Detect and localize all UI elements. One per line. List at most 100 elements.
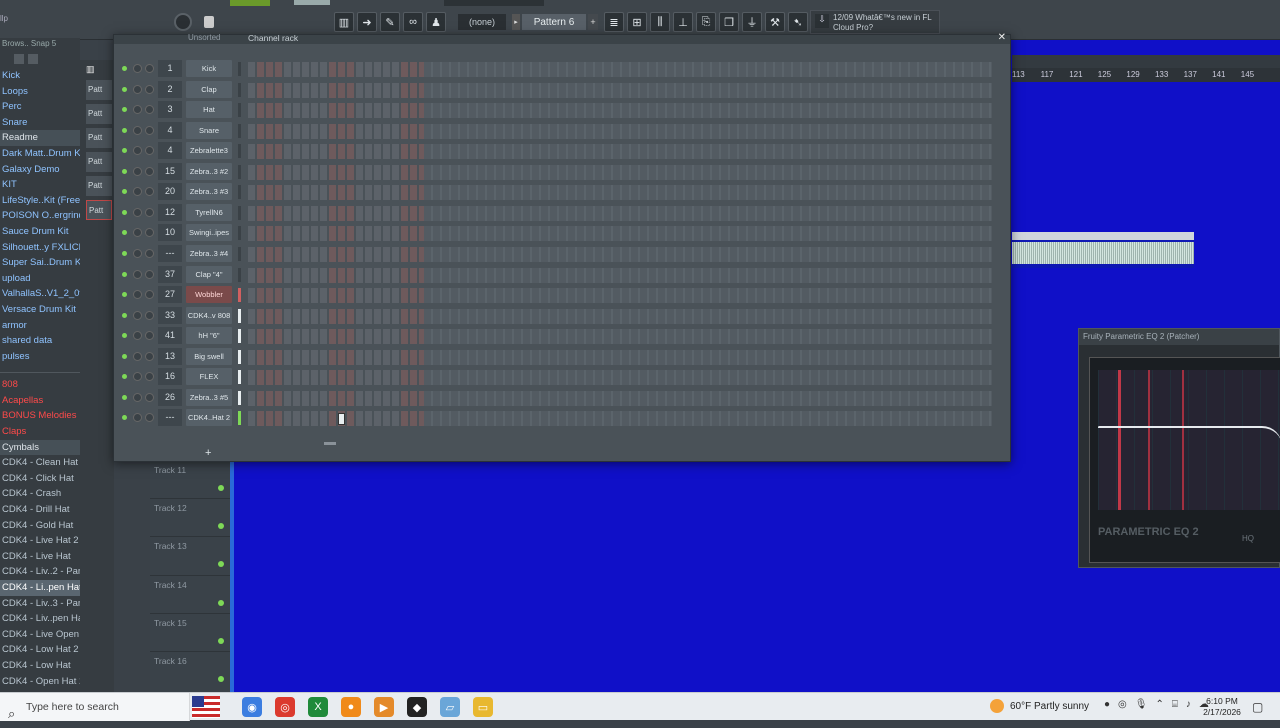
browser-item[interactable]: Galaxy Demo xyxy=(0,162,80,178)
browser-item[interactable]: shared data xyxy=(0,333,80,349)
news-panel[interactable]: ⇩ 12/09 Whatâ€™s new in FL Cloud Pro? xyxy=(810,10,940,34)
step-sequencer[interactable] xyxy=(248,349,992,365)
step-sequencer[interactable] xyxy=(248,226,992,242)
channel-select-meter[interactable] xyxy=(238,205,241,220)
browser-item[interactable]: Kick xyxy=(0,68,80,84)
channel-mute-led[interactable] xyxy=(122,353,127,359)
channel-pan-knob[interactable] xyxy=(133,331,142,341)
channel-mute-led[interactable] xyxy=(122,230,127,236)
channel-name-button[interactable]: Zebra..3 #4 xyxy=(186,244,232,262)
channel-volume-knob[interactable] xyxy=(145,331,154,341)
mixer-track-number[interactable]: 20 xyxy=(158,183,182,201)
channel-pan-knob[interactable] xyxy=(133,351,142,361)
browser-item[interactable]: Versace Drum Kit xyxy=(0,302,80,318)
browser-file-item[interactable]: Claps xyxy=(0,424,80,440)
channel-pan-knob[interactable] xyxy=(133,187,142,197)
channel-pan-knob[interactable] xyxy=(133,392,142,402)
browser-file-item[interactable]: CDK4 - Click Hat xyxy=(0,471,80,487)
channel-mute-led[interactable] xyxy=(122,394,127,400)
channel-select-meter[interactable] xyxy=(238,123,241,138)
audio-clip[interactable] xyxy=(1012,232,1194,268)
browser-item[interactable]: pulses xyxy=(0,349,80,365)
mixer-track-number[interactable]: 3 xyxy=(158,101,182,119)
step-sequencer[interactable] xyxy=(248,103,992,119)
channel-select-meter[interactable] xyxy=(238,226,241,241)
step-sequencer[interactable] xyxy=(248,185,992,201)
channel-name-button[interactable]: Clap xyxy=(186,80,232,98)
channel-volume-knob[interactable] xyxy=(145,187,154,197)
channel-mute-led[interactable] xyxy=(122,168,127,174)
excel-icon[interactable]: X xyxy=(308,697,328,717)
channel-volume-knob[interactable] xyxy=(145,372,154,382)
taskbar-search[interactable]: ⌕ Type here to search xyxy=(0,693,190,721)
channel-select-meter[interactable] xyxy=(238,288,241,303)
step-sequencer[interactable] xyxy=(248,62,992,77)
browser-file-item[interactable]: CDK4 - Open Hat 2 xyxy=(0,674,80,690)
channel-volume-knob[interactable] xyxy=(145,125,154,135)
browser-file-item[interactable]: CDK4 - Low Hat 2 xyxy=(0,642,80,658)
tray-chrome-icon[interactable]: ◎ xyxy=(1118,699,1127,710)
app-icon[interactable]: ◆ xyxy=(407,697,427,717)
browser-item[interactable]: Silhouett..y FXLICIA xyxy=(0,240,80,256)
track-header[interactable]: Track 14 xyxy=(150,574,234,613)
browser-item[interactable]: LifeStyle..Kit (Free) xyxy=(0,193,80,209)
brush-icon[interactable]: ✎ xyxy=(380,12,400,32)
channel-name-button[interactable]: Hat xyxy=(186,101,232,119)
browser-item[interactable]: Snare xyxy=(0,115,80,131)
channel-mute-led[interactable] xyxy=(122,292,127,298)
mixer-track-number[interactable]: --- xyxy=(158,409,182,427)
browser-file-item[interactable]: CDK4 - Live Hat 2 xyxy=(0,533,80,549)
pattern-item[interactable]: Patt xyxy=(86,200,112,220)
browser-item[interactable]: POISON O..ergrind) xyxy=(0,208,80,224)
mixer-icon[interactable]: ⫼ xyxy=(650,12,670,32)
channel-mute-led[interactable] xyxy=(122,415,127,421)
channel-pan-knob[interactable] xyxy=(133,413,142,423)
mixer-track-number[interactable]: 41 xyxy=(158,327,182,345)
channel-select-meter[interactable] xyxy=(238,411,241,426)
channel-pan-knob[interactable] xyxy=(133,310,142,320)
channel-volume-knob[interactable] xyxy=(145,248,154,258)
channel-select-meter[interactable] xyxy=(238,62,241,76)
channel-pan-knob[interactable] xyxy=(133,166,142,176)
playlist-ruler[interactable]: 113 117 121 125 129 133 137 141 145 xyxy=(1012,68,1280,82)
step-sequencer[interactable] xyxy=(248,288,992,304)
channel-select-meter[interactable] xyxy=(238,246,241,261)
video-app-icon[interactable]: ▶ xyxy=(374,697,394,717)
browser-item[interactable]: Super Sai..Drum Kit xyxy=(0,255,80,271)
plugin-icon[interactable]: ❒ xyxy=(719,12,739,32)
browser-item[interactable]: upload xyxy=(0,271,80,287)
mixer-track-number[interactable]: 4 xyxy=(158,142,182,160)
step-sequencer[interactable] xyxy=(248,370,992,386)
channel-pan-knob[interactable] xyxy=(133,248,142,258)
channel-select-meter[interactable] xyxy=(238,144,241,159)
browser-file-item[interactable]: CDK4 - Drill Hat xyxy=(0,502,80,518)
channel-volume-knob[interactable] xyxy=(145,310,154,320)
browser-file-item[interactable]: CDK4 - Liv..pen Hat 3 xyxy=(0,611,80,627)
channel-select-meter[interactable] xyxy=(238,103,241,118)
pattern-item[interactable]: Patt xyxy=(86,152,112,172)
channel-pan-knob[interactable] xyxy=(133,207,142,217)
volume-icon[interactable]: ♪ xyxy=(1186,699,1191,710)
track-mute-led[interactable] xyxy=(218,561,224,568)
tray-app-icon[interactable]: ● xyxy=(1104,699,1110,710)
step-sequencer[interactable] xyxy=(248,267,992,283)
channel-select-meter[interactable] xyxy=(238,164,241,179)
browser-item[interactable]: KIT xyxy=(0,177,80,193)
track-mute-led[interactable] xyxy=(218,637,224,644)
channel-volume-knob[interactable] xyxy=(145,413,154,423)
channel-name-button[interactable]: Zebralette3 xyxy=(186,142,232,160)
network-icon[interactable]: ⌸ xyxy=(1172,699,1178,710)
browser-file-item[interactable]: BONUS Melodies xyxy=(0,408,80,424)
pattern-item[interactable]: Patt xyxy=(86,80,112,100)
link-icon[interactable]: ∞ xyxy=(403,12,423,32)
channel-mute-led[interactable] xyxy=(122,127,127,133)
browser-item[interactable]: Loops xyxy=(0,84,80,100)
browser-item[interactable]: armor xyxy=(0,318,80,334)
channel-volume-knob[interactable] xyxy=(145,392,154,402)
mixer-track-number[interactable]: 37 xyxy=(158,265,182,283)
channel-mute-led[interactable] xyxy=(122,66,127,71)
plug-icon[interactable]: ⏚ xyxy=(742,12,762,32)
channel-mute-led[interactable] xyxy=(122,312,127,318)
channel-name-button[interactable]: CDK4..v 808 xyxy=(186,306,232,324)
channel-name-button[interactable]: CDK4..Hat 2 xyxy=(186,409,232,427)
